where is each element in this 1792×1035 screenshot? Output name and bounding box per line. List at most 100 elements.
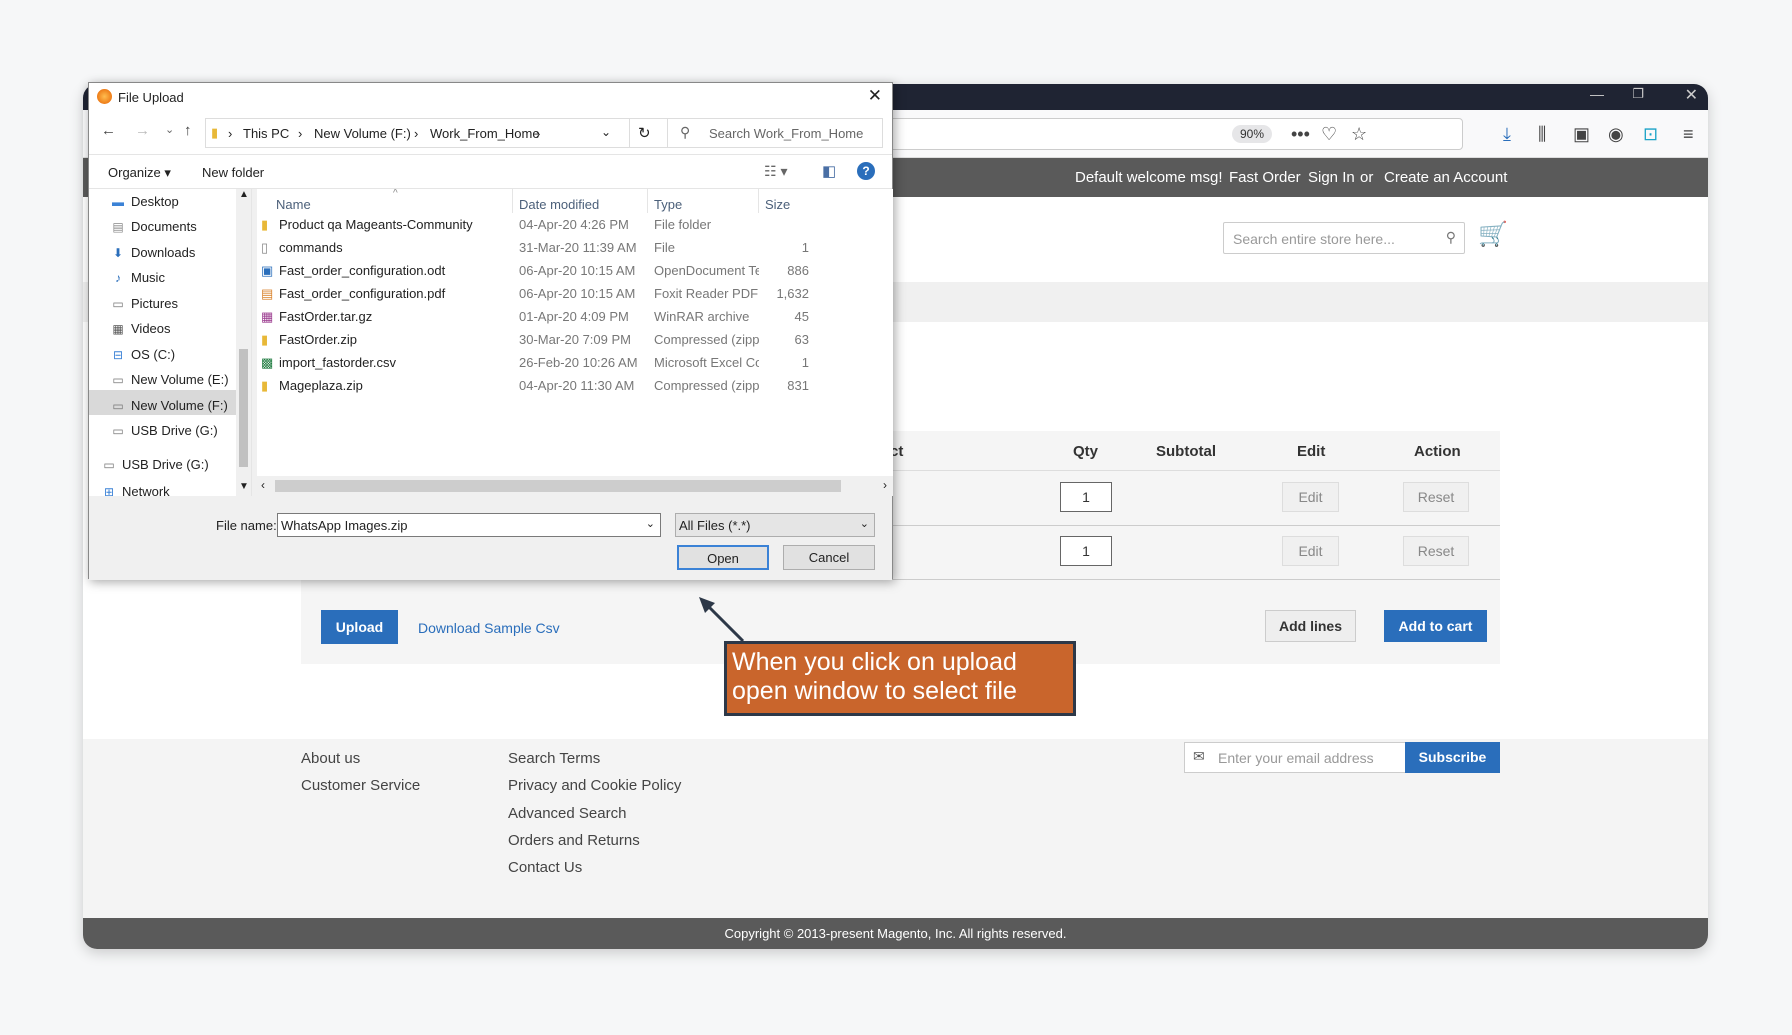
horizontal-scrollbar[interactable]: ‹ › — [257, 476, 893, 496]
file-name-input[interactable]: WhatsApp Images.zip ⌄ — [277, 513, 661, 537]
edit-button[interactable]: Edit — [1282, 482, 1339, 512]
view-options-icon[interactable]: ☷ ▾ — [764, 163, 787, 180]
documents-icon: ▤ — [112, 220, 124, 234]
preview-pane-icon[interactable]: ◧ — [822, 162, 836, 180]
file-row[interactable]: ▦ FastOrder.tar.gz 01-Apr-20 4:09 PM WinRAR… — [257, 306, 893, 329]
file-size: 886 — [787, 263, 809, 278]
reset-button[interactable]: Reset — [1403, 482, 1469, 512]
column-size[interactable]: Size — [765, 197, 790, 212]
qty-header: Qty — [1073, 443, 1099, 460]
nav-volume-e[interactable]: ▭ New Volume (E:) — [111, 372, 228, 387]
footer-link-contact[interactable]: Contact Us — [508, 859, 582, 876]
close-window-icon[interactable]: ✕ — [1685, 85, 1698, 105]
nav-documents[interactable]: ▤ Documents — [111, 219, 196, 234]
file-type-select[interactable]: All Files (*.*) ⌄ — [675, 513, 875, 537]
file-row[interactable]: ▮ FastOrder.zip 30-Mar-20 7:09 PM Compresse… — [257, 329, 893, 352]
nav-videos[interactable]: ▦ Videos — [111, 321, 170, 336]
qty-input[interactable]: 1 — [1060, 536, 1112, 566]
file-row[interactable]: ▩ import_fastorder.csv 26-Feb-20 10:26 AM M… — [257, 352, 893, 375]
nav-usb-g[interactable]: ▭ USB Drive (G:) — [111, 423, 217, 438]
nav-volume-f[interactable]: ▭ New Volume (F:) — [111, 398, 227, 413]
newsletter-email-input[interactable]: ✉ Enter your email address — [1184, 742, 1406, 773]
file-row[interactable]: ▤ Fast_order_configuration.pdf 06-Apr-20 1… — [257, 283, 893, 306]
folder-search-input[interactable]: ⚲ Search Work_From_Home — [667, 118, 883, 148]
cancel-button[interactable]: Cancel — [783, 545, 875, 570]
download-icon[interactable]: ⤓ — [1503, 110, 1511, 158]
extension-icon[interactable]: ⊡ — [1643, 110, 1658, 158]
add-to-cart-button[interactable]: Add to cart — [1384, 610, 1487, 642]
footer-link-orders-returns[interactable]: Orders and Returns — [508, 832, 640, 849]
file-upload-dialog: File Upload ✕ ← → ⌄ ↑ ▮ › This PC › New … — [88, 82, 893, 580]
create-account-link[interactable]: Create an Account — [1384, 169, 1507, 186]
nav-desktop[interactable]: ▬ Desktop — [111, 194, 179, 209]
column-name[interactable]: Name — [276, 197, 311, 212]
or-text: or — [1360, 169, 1374, 186]
nav-os-c[interactable]: ⊟ OS (C:) — [111, 347, 175, 362]
copyright-bar: Copyright © 2013-present Magento, Inc. A… — [83, 918, 1708, 949]
refresh-icon[interactable]: ↻ — [638, 124, 651, 142]
breadcrumb-this-pc[interactable]: This PC — [243, 126, 289, 141]
column-date[interactable]: Date modified — [519, 197, 599, 212]
recent-dropdown-icon[interactable]: ⌄ — [165, 123, 174, 136]
footer-link-advanced-search[interactable]: Advanced Search — [508, 805, 626, 822]
dialog-bottom-bar: File name: WhatsApp Images.zip ⌄ All Fil… — [89, 496, 892, 580]
file-type-dropdown-icon[interactable]: ⌄ — [860, 517, 869, 530]
file-name-dropdown-icon[interactable]: ⌄ — [646, 517, 655, 530]
menu-icon[interactable]: ≡ — [1683, 110, 1694, 158]
open-button[interactable]: Open — [677, 545, 769, 570]
help-icon[interactable]: ? — [857, 162, 875, 180]
file-size: 45 — [794, 309, 809, 324]
pocket-icon[interactable]: ♡ — [1321, 110, 1337, 158]
nav-music[interactable]: ♪ Music — [111, 270, 165, 285]
address-bar[interactable]: ▮ › This PC › New Volume (F:) › Work_Fro… — [205, 118, 709, 148]
nav-pictures[interactable]: ▭ Pictures — [111, 296, 178, 311]
bookmark-star-icon[interactable]: ☆ — [1351, 110, 1367, 158]
footer-link-about[interactable]: About us — [301, 750, 360, 767]
back-arrow-icon[interactable]: ← — [101, 122, 116, 139]
edit-button[interactable]: Edit — [1282, 536, 1339, 566]
organize-button[interactable]: Organize ▾ — [108, 165, 171, 181]
account-icon[interactable]: ◉ — [1608, 110, 1624, 158]
address-dropdown-icon[interactable]: ⌄ — [601, 125, 611, 139]
network-icon: ⊞ — [103, 485, 115, 496]
store-search-input[interactable]: Search entire store here... ⚲ — [1223, 222, 1465, 254]
fast-order-link[interactable]: Fast Order — [1229, 169, 1301, 186]
footer-link-privacy[interactable]: Privacy and Cookie Policy — [508, 777, 681, 794]
minimize-icon[interactable]: — — [1590, 86, 1604, 102]
search-icon: ⚲ — [680, 124, 691, 140]
download-sample-link[interactable]: Download Sample Csv — [418, 620, 560, 636]
nav-usb-g-root[interactable]: ▭ USB Drive (G:) — [102, 457, 208, 472]
sort-indicator-icon: ^ — [393, 189, 398, 199]
folder-icon: ▮ — [261, 217, 269, 232]
restore-icon[interactable]: ❐ — [1632, 86, 1644, 102]
cart-icon[interactable]: 🛒 — [1478, 220, 1508, 249]
sign-in-link[interactable]: Sign In — [1308, 169, 1355, 186]
footer-link-search-terms[interactable]: Search Terms — [508, 750, 600, 767]
forward-arrow-icon[interactable]: → — [135, 122, 150, 139]
excel-icon: ▩ — [261, 355, 274, 370]
subscribe-button[interactable]: Subscribe — [1405, 742, 1500, 773]
reset-button[interactable]: Reset — [1403, 536, 1469, 566]
up-arrow-icon[interactable]: ↑ — [184, 122, 192, 139]
breadcrumb-volume[interactable]: New Volume (F:) — [314, 126, 411, 141]
search-icon[interactable]: ⚲ — [1446, 229, 1456, 246]
column-type[interactable]: Type — [654, 197, 682, 212]
file-row[interactable]: ▯ commands 31-Mar-20 11:39 AM File 1 — [257, 237, 893, 260]
add-lines-button[interactable]: Add lines — [1265, 610, 1356, 642]
file-row[interactable]: ▮ Product qa Mageants-Community 04-Apr-20 … — [257, 214, 893, 237]
qty-input[interactable]: 1 — [1060, 482, 1112, 512]
file-row[interactable]: ▮ Mageplaza.zip 04-Apr-20 11:30 AM Compress… — [257, 375, 893, 398]
nav-downloads[interactable]: ⬇ Downloads — [111, 245, 195, 260]
nav-network[interactable]: ⊞ Network — [102, 484, 170, 496]
zoom-level[interactable]: 90% — [1232, 125, 1273, 143]
library-icon[interactable]: ⫼ — [1538, 110, 1546, 158]
breadcrumb-folder[interactable]: Work_From_Home — [430, 126, 540, 141]
upload-button[interactable]: Upload — [321, 610, 398, 644]
footer-link-customer-service[interactable]: Customer Service — [301, 777, 420, 794]
new-folder-button[interactable]: New folder — [202, 165, 264, 180]
sidebar-icon[interactable]: ▣ — [1573, 110, 1590, 158]
more-icon[interactable]: ••• — [1291, 110, 1310, 158]
nav-scrollbar[interactable]: ▲ ▼ — [236, 189, 251, 496]
dialog-close-icon[interactable]: ✕ — [868, 86, 882, 106]
file-row[interactable]: ▣ Fast_order_configuration.odt 06-Apr-20 1… — [257, 260, 893, 283]
